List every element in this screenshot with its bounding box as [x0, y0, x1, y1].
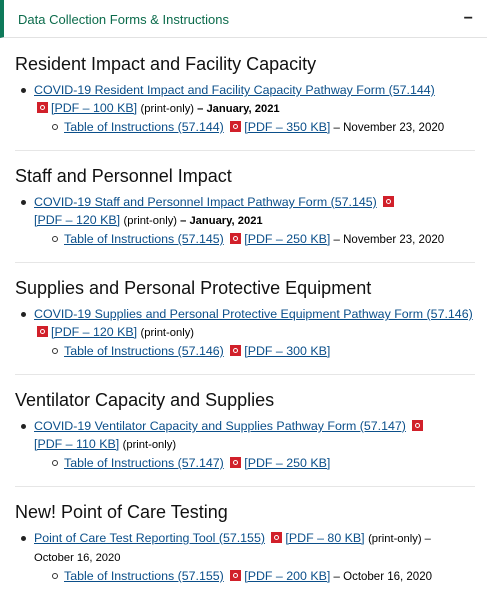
- form-link[interactable]: COVID-19 Supplies and Personal Protectiv…: [34, 307, 473, 321]
- list-item: Table of Instructions (57.146) [PDF – 30…: [34, 342, 475, 360]
- list-item: Table of Instructions (57.147) [PDF – 25…: [34, 454, 475, 472]
- section-point-of-care: New! Point of Care Testing Point of Care…: [15, 501, 475, 586]
- list-item: COVID-19 Ventilator Capacity and Supplie…: [15, 417, 475, 472]
- print-only-note: (print-only): [140, 103, 195, 115]
- list-item: COVID-19 Staff and Personnel Impact Path…: [15, 193, 475, 249]
- instructions-pdf-link[interactable]: [PDF – 250 KB]: [244, 456, 330, 470]
- list-item: Table of Instructions (57.145) [PDF – 25…: [34, 230, 475, 249]
- form-link[interactable]: COVID-19 Ventilator Capacity and Supplie…: [34, 419, 406, 433]
- form-pdf-link[interactable]: [PDF – 110 KB]: [34, 437, 119, 451]
- section-supplies-ppe: Supplies and Personal Protective Equipme…: [15, 277, 475, 360]
- pdf-icon: [230, 345, 242, 356]
- form-date: – January, 2021: [194, 103, 280, 115]
- accordion-title: Data Collection Forms & Instructions: [18, 12, 229, 27]
- pdf-icon: [230, 457, 242, 468]
- section-title: New! Point of Care Testing: [15, 502, 228, 522]
- pdf-icon: [271, 532, 283, 543]
- form-pdf-link[interactable]: [PDF – 100 KB]: [51, 101, 137, 115]
- print-only-note: (print-only): [123, 215, 178, 227]
- pdf-icon: [383, 196, 395, 207]
- section-resident-impact: Resident Impact and Facility Capacity CO…: [15, 53, 475, 137]
- form-pdf-link[interactable]: [PDF – 80 KB]: [285, 531, 364, 545]
- form-pdf-link[interactable]: [PDF – 120 KB]: [51, 325, 137, 339]
- form-link[interactable]: Point of Care Test Reporting Tool (57.15…: [34, 531, 265, 545]
- section-divider: [15, 374, 475, 375]
- list-item: Table of Instructions (57.144) [PDF – 35…: [34, 118, 475, 137]
- instructions-pdf-link[interactable]: [PDF – 200 KB]: [244, 569, 330, 583]
- instructions-link[interactable]: Table of Instructions (57.144): [64, 120, 224, 134]
- form-pdf-link[interactable]: [PDF – 120 KB]: [34, 213, 120, 227]
- section-title: Ventilator Capacity and Supplies: [15, 390, 275, 410]
- instructions-pdf-link[interactable]: [PDF – 350 KB]: [244, 120, 330, 134]
- instructions-date: – October 16, 2020: [330, 571, 432, 583]
- list-item: COVID-19 Resident Impact and Facility Ca…: [15, 81, 475, 137]
- accordion-header[interactable]: Data Collection Forms & Instructions −: [0, 0, 487, 38]
- form-link[interactable]: COVID-19 Staff and Personnel Impact Path…: [34, 195, 377, 209]
- pdf-icon: [230, 121, 242, 132]
- instructions-pdf-link[interactable]: [PDF – 250 KB]: [244, 232, 330, 246]
- pdf-icon: [412, 420, 424, 431]
- instructions-link[interactable]: Table of Instructions (57.146): [64, 344, 224, 358]
- instructions-date: – November 23, 2020: [330, 122, 445, 134]
- section-ventilator: Ventilator Capacity and Supplies COVID-1…: [15, 389, 475, 472]
- section-divider: [15, 150, 475, 151]
- instructions-link[interactable]: Table of Instructions (57.147): [64, 456, 224, 470]
- instructions-date: – November 23, 2020: [330, 234, 445, 246]
- pdf-icon: [37, 102, 48, 113]
- print-only-note: (print-only) –: [368, 533, 431, 545]
- section-divider: [15, 486, 475, 487]
- list-item: Point of Care Test Reporting Tool (57.15…: [15, 529, 475, 586]
- section-divider: [15, 262, 475, 263]
- pdf-icon: [37, 326, 48, 337]
- section-staff-impact: Staff and Personnel Impact COVID-19 Staf…: [15, 165, 475, 249]
- section-title: Staff and Personnel Impact: [15, 166, 232, 186]
- form-date: – January, 2021: [177, 215, 263, 227]
- collapse-icon[interactable]: −: [464, 10, 473, 28]
- section-title: Supplies and Personal Protective Equipme…: [15, 278, 372, 298]
- list-item: COVID-19 Supplies and Personal Protectiv…: [15, 305, 475, 360]
- instructions-pdf-link[interactable]: [PDF – 300 KB]: [244, 344, 330, 358]
- list-item: Table of Instructions (57.155) [PDF – 20…: [34, 567, 475, 586]
- pdf-icon: [230, 570, 242, 581]
- section-title: Resident Impact and Facility Capacity: [15, 54, 317, 74]
- form-date: October 16, 2020: [34, 552, 121, 564]
- pdf-icon: [230, 233, 242, 244]
- form-link[interactable]: COVID-19 Resident Impact and Facility Ca…: [34, 83, 435, 97]
- print-only-note: (print-only): [122, 439, 177, 451]
- print-only-note: (print-only): [140, 327, 195, 339]
- instructions-link[interactable]: Table of Instructions (57.145): [64, 232, 224, 246]
- instructions-link[interactable]: Table of Instructions (57.155): [64, 569, 224, 583]
